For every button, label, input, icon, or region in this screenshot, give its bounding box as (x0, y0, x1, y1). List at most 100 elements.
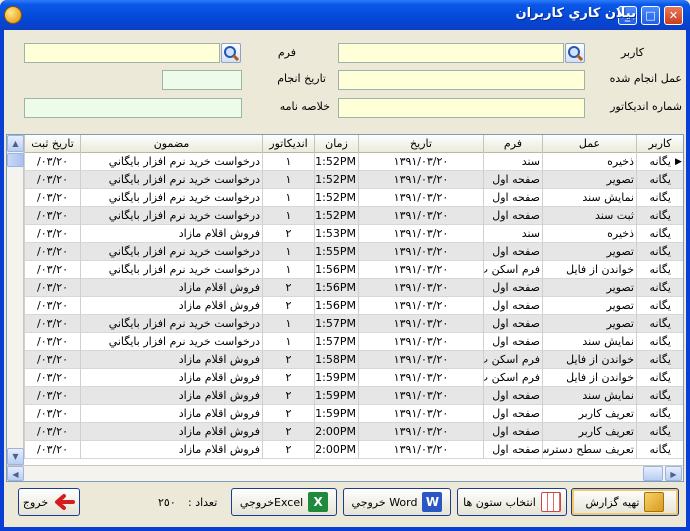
cell-time: 1:56PM (314, 297, 358, 315)
table-row[interactable]: يگانه تعريف سطح دسترس صفحه اول ١٣٩١/٠٣/٢٠ 2:… (24, 441, 683, 459)
table-row[interactable]: يگانه تصوير صفحه اول ١٣٩١/٠٣/٢٠ 1:56PM ٢ فروش … (24, 297, 683, 315)
scroll-up-button[interactable]: ▲ (7, 135, 24, 152)
table-row[interactable]: يگانه نمايش سند صفحه اول ١٣٩١/٠٣/٢٠ 1:59PM ٢ ف… (24, 387, 683, 405)
cell-time: 1:59PM (314, 387, 358, 405)
date-field[interactable] (162, 70, 242, 90)
cell-date: ١٣٩١/٠٣/٢٠ (358, 333, 483, 351)
table-row[interactable]: يگانه نمايش سند صفحه اول ١٣٩١/٠٣/٢٠ 1:57PM ١ د… (24, 333, 683, 351)
table-row[interactable]: يگانه خواندن از فايل فرم اسکن پ ١٣٩١/٠٣/٢٠ 1… (24, 369, 683, 387)
maximize-button[interactable]: □ (641, 6, 660, 25)
user-field[interactable] (338, 43, 564, 63)
cell-time: 1:59PM (314, 369, 358, 387)
exit-button[interactable]: خروج (18, 488, 80, 516)
cell-date: ١٣٩١/٠٣/٢٠ (358, 171, 483, 189)
cell-time: 1:58PM (314, 351, 358, 369)
horizontal-scrollbar[interactable]: ◀ ▶ (7, 465, 683, 481)
cell-action: تعريف کاربر (542, 405, 636, 423)
summary-field[interactable] (24, 98, 242, 118)
table-row[interactable]: يگانه تصوير صفحه اول ١٣٩١/٠٣/٢٠ 1:55PM ١ درخوا… (24, 243, 683, 261)
cell-subject: درخواست خريد نرم افزار بايگاني (80, 243, 262, 261)
table-row[interactable]: يگانه تعريف کاربر صفحه اول ١٣٩١/٠٣/٢٠ 1:59PM… (24, 405, 683, 423)
cell-form: صفحه اول (483, 171, 542, 189)
cell-user: يگانه (636, 351, 673, 369)
action-field[interactable] (338, 70, 585, 90)
cell-register-date: ٠٣/٢٠/ (24, 153, 80, 171)
table-row[interactable]: يگانه تعريف کاربر صفحه اول ١٣٩١/٠٣/٢٠ 2:00PM… (24, 423, 683, 441)
scroll-right-button[interactable]: ▶ (665, 466, 682, 481)
cell-form: صفحه اول (483, 297, 542, 315)
cell-user: يگانه (636, 243, 673, 261)
export-excel-button[interactable]: X Excelخروجي (231, 488, 337, 516)
column-header-register-date[interactable]: تاريخ ثبت (24, 135, 80, 153)
cell-action: خواندن از فايل (542, 261, 636, 279)
column-header-form[interactable]: فرم (483, 135, 542, 153)
cell-register-date: ٠٣/٢٠/ (24, 243, 80, 261)
table-row[interactable]: يگانه تصوير صفحه اول ١٣٩١/٠٣/٢٠ 1:52PM ١ درخوا… (24, 171, 683, 189)
column-header-action[interactable]: عمل (542, 135, 636, 153)
client-area: کاربر عمل انجام شده شماره انديکاتور فرم … (4, 30, 686, 527)
cell-indicator: ١ (262, 207, 314, 225)
table-row[interactable]: يگانه نمايش سند صفحه اول ١٣٩١/٠٣/٢٠ 1:52PM ١ د… (24, 189, 683, 207)
cell-indicator: ٢ (262, 423, 314, 441)
table-row[interactable]: يگانه خواندن از فايل فرم اسکن پ ١٣٩١/٠٣/٢٠ 1… (24, 261, 683, 279)
export-word-button[interactable]: W Word خروجي (343, 488, 451, 516)
table-row[interactable]: يگانه ثبت سند صفحه اول ١٣٩١/٠٣/٢٠ 1:52PM ١ درخ… (24, 207, 683, 225)
cell-indicator: ١ (262, 315, 314, 333)
horizontal-scroll-thumb[interactable] (643, 466, 663, 481)
table-row[interactable]: يگانه ذخيره سند ١٣٩١/٠٣/٢٠ 1:53PM ٢ فروش اقلام… (24, 225, 683, 243)
action-bar: تهيه گزارش انتخاب ستون ها W Word خروجي X… (6, 484, 684, 524)
columns-icon (540, 492, 561, 512)
table-row[interactable]: يگانه تصوير صفحه اول ١٣٩١/٠٣/٢٠ 1:56PM ٢ فروش … (24, 279, 683, 297)
column-header-time[interactable]: زمان (314, 135, 358, 153)
table-row[interactable]: يگانه خواندن از فايل فرم اسکن پ ١٣٩١/٠٣/٢٠ 1… (24, 351, 683, 369)
cell-subject: درخواست خريد نرم افزار بايگاني (80, 261, 262, 279)
cell-date: ١٣٩١/٠٣/٢٠ (358, 279, 483, 297)
generate-report-button[interactable]: تهيه گزارش (571, 488, 679, 516)
export-excel-label: Excelخروجي (239, 495, 304, 509)
cell-action: تصوير (542, 279, 636, 297)
close-button[interactable]: ✕ (664, 6, 683, 25)
table-row[interactable]: يگانه تصوير صفحه اول ١٣٩١/٠٣/٢٠ 1:57PM ١ درخوا… (24, 315, 683, 333)
generate-report-label: تهيه گزارش (585, 495, 640, 509)
cell-date: ١٣٩١/٠٣/٢٠ (358, 441, 483, 459)
cell-user: يگانه (636, 405, 673, 423)
cell-time: 1:53PM (314, 225, 358, 243)
cell-form: صفحه اول (483, 387, 542, 405)
cell-indicator: ٢ (262, 297, 314, 315)
cell-indicator: ١ (262, 171, 314, 189)
cell-subject: درخواست خريد نرم افزار بايگاني (80, 171, 262, 189)
table-row[interactable]: يگانه ذخيره سند ١٣٩١/٠٣/٢٠ 1:52PM ١ درخواست خر… (24, 153, 683, 171)
column-header-user[interactable]: کاربر (636, 135, 683, 153)
column-header-indicator[interactable]: انديکاتور (262, 135, 314, 153)
report-icon (644, 492, 665, 512)
cell-date: ١٣٩١/٠٣/٢٠ (358, 315, 483, 333)
cell-user: يگانه (636, 279, 673, 297)
vertical-scrollbar[interactable]: ▲ ▼ (7, 135, 24, 465)
date-label: تاريخ انجام (277, 72, 326, 85)
cell-date: ١٣٩١/٠٣/٢٠ (358, 153, 483, 171)
scroll-left-button[interactable]: ◀ (7, 466, 24, 481)
export-word-label: Word خروجي (351, 495, 418, 509)
column-header-date[interactable]: تاريخ (358, 135, 483, 153)
title-bar[interactable]: ✕ □ _ بيلان کاري کاربران (0, 0, 690, 30)
cell-subject: درخواست خريد نرم افزار بايگاني (80, 189, 262, 207)
cell-subject: فروش اقلام مازاد (80, 405, 262, 423)
indicator-field[interactable] (338, 98, 585, 118)
app-icon (4, 6, 22, 24)
scroll-down-button[interactable]: ▼ (7, 448, 24, 465)
cell-subject: درخواست خريد نرم افزار بايگاني (80, 207, 262, 225)
column-header-subject[interactable]: مضمون (80, 135, 262, 153)
user-lookup-button[interactable] (565, 43, 585, 63)
cell-user: يگانه (636, 387, 673, 405)
cell-action: تصوير (542, 171, 636, 189)
cell-register-date: ٠٣/٢٠/ (24, 207, 80, 225)
cell-subject: فروش اقلام مازاد (80, 351, 262, 369)
cell-indicator: ٢ (262, 441, 314, 459)
count-label: تعداد : (188, 496, 218, 509)
select-columns-button[interactable]: انتخاب ستون ها (457, 488, 567, 516)
cell-register-date: ٠٣/٢٠/ (24, 279, 80, 297)
form-lookup-button[interactable] (221, 43, 241, 63)
form-field[interactable] (24, 43, 220, 63)
activity-grid[interactable]: ▲ ▼ کاربر عمل فرم تاريخ زمان انديکاتور م… (6, 134, 684, 482)
scroll-thumb[interactable] (7, 153, 24, 167)
